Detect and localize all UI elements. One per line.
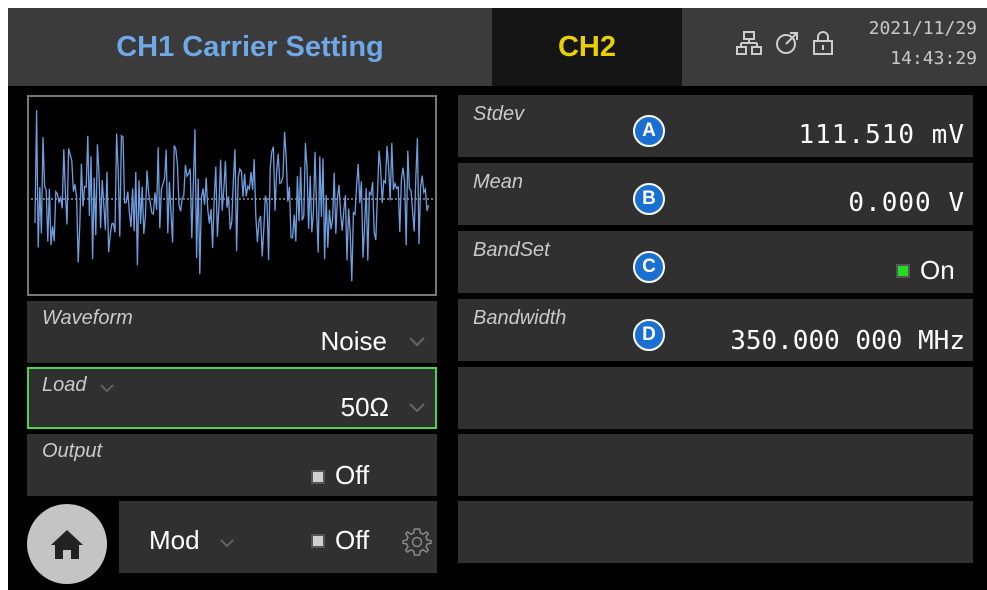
network-icon	[736, 31, 762, 55]
empty-panel-3	[458, 501, 973, 563]
bandwidth-badge: D	[633, 319, 665, 351]
chevron-down-icon	[220, 539, 234, 548]
mean-setting[interactable]: Mean B 0.000 V	[458, 163, 973, 225]
noise-waveform-plot	[31, 110, 433, 282]
mod-setting[interactable]: Mod Off	[119, 501, 437, 573]
bandset-badge: C	[633, 251, 665, 283]
empty-panel-1	[458, 367, 973, 429]
mean-label: Mean	[473, 171, 524, 193]
bandwidth-setting[interactable]: Bandwidth D 350.000 000 MHz	[458, 299, 973, 361]
gear-icon[interactable]	[402, 527, 432, 557]
page-title: CH1 Carrier Setting	[116, 31, 384, 63]
load-label: Load	[42, 374, 87, 396]
output-state: Off	[335, 460, 370, 490]
waveform-value: Noise	[320, 326, 387, 356]
status-area: 2021/11/29 14:43:29	[682, 8, 987, 86]
bandwidth-label: Bandwidth	[473, 307, 567, 329]
bandwidth-value: 350.000 000 MHz	[730, 326, 965, 356]
bandset-state: On	[920, 255, 955, 285]
empty-panel-2	[458, 434, 973, 496]
stdev-badge: A	[633, 115, 665, 147]
stdev-label: Stdev	[473, 103, 525, 125]
lock-icon	[813, 31, 833, 55]
tab-ch2[interactable]: CH2	[492, 8, 682, 86]
status-time: 14:43:29	[890, 48, 977, 69]
bandset-setting[interactable]: BandSet C On	[458, 231, 973, 293]
output-setting[interactable]: Output Off	[27, 434, 437, 496]
output-checkbox[interactable]	[311, 470, 325, 484]
stdev-setting[interactable]: Stdev A 111.510 mV	[458, 95, 973, 157]
bandset-label: BandSet	[473, 239, 550, 261]
power-icon	[776, 32, 798, 54]
header-title-area: CH1 Carrier Setting	[8, 8, 492, 86]
chevron-down-icon	[100, 384, 114, 393]
mod-label: Mod	[149, 525, 200, 555]
home-button[interactable]	[27, 504, 107, 584]
waveform-label: Waveform	[42, 307, 133, 329]
mod-checkbox[interactable]	[311, 534, 325, 548]
mean-value: 0.000 V	[848, 188, 965, 218]
bandset-checkbox[interactable]	[896, 264, 910, 278]
output-label: Output	[42, 440, 103, 462]
load-value: 50Ω	[340, 392, 389, 422]
waveform-setting[interactable]: Waveform Noise	[27, 301, 437, 363]
status-date: 2021/11/29	[868, 18, 977, 39]
chevron-down-icon	[409, 403, 425, 413]
home-icon	[51, 530, 83, 559]
stdev-value: 111.510 mV	[798, 120, 965, 150]
noise-trace	[34, 110, 430, 282]
mean-badge: B	[633, 183, 665, 215]
waveform-preview	[27, 95, 437, 296]
load-setting[interactable]: Load 50Ω	[27, 367, 437, 429]
tab-ch2-label: CH2	[557, 31, 616, 63]
mod-state: Off	[335, 525, 370, 555]
screen-frame: CH1 Carrier Setting CH2 2021/11/29 14:43…	[8, 8, 987, 590]
chevron-down-icon	[409, 337, 425, 347]
